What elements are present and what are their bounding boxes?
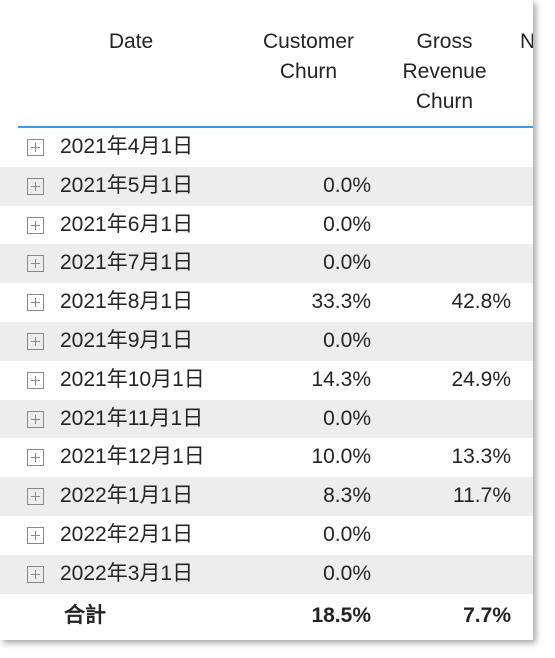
cell-gross-revenue-churn (378, 244, 511, 283)
plus-box-icon[interactable] (27, 565, 44, 583)
cell-gross-revenue-churn (378, 322, 511, 361)
table-row[interactable]: 2022年1月1日 8.3% 11.7% (0, 477, 533, 516)
cell-customer-churn (246, 128, 371, 167)
table-row[interactable]: 2022年2月1日 0.0% (0, 515, 533, 555)
cell-gross-revenue-churn (378, 516, 511, 555)
plus-box-icon[interactable] (27, 526, 44, 544)
plus-box-icon[interactable] (27, 139, 44, 156)
cell-customer-churn: 10.0% (311, 445, 371, 469)
column-header-gross-revenue-churn[interactable]: Gross Revenue Churn (378, 27, 511, 117)
cell-gross-revenue-churn (378, 555, 511, 594)
table-row[interactable]: 2021年11月1日 0.0% (0, 399, 533, 439)
cell-date: 2021年5月1日 (60, 173, 194, 197)
table-row[interactable]: 2021年8月1日 33.3% 42.8% (0, 283, 533, 322)
table-row[interactable]: 2021年9月1日 0.0% (0, 321, 533, 361)
cell-customer-churn: 14.3% (311, 367, 371, 391)
cell-customer-churn: 0.0% (323, 522, 371, 546)
cell-date: 2021年10月1日 (60, 367, 205, 391)
table-header: Date Customer Churn Gross Revenue Churn … (0, 0, 533, 127)
total-label: 合計 (64, 603, 106, 627)
cell-date: 2022年1月1日 (60, 484, 194, 508)
cell-customer-churn: 0.0% (323, 406, 371, 430)
table-row[interactable]: 2021年5月1日 0.0% (0, 166, 533, 206)
plus-box-icon[interactable] (27, 488, 44, 506)
plus-box-icon[interactable] (27, 371, 44, 389)
cell-date: 2021年11月1日 (60, 406, 204, 430)
plus-box-icon[interactable] (27, 255, 44, 273)
cell-date: 2021年8月1日 (60, 290, 194, 314)
plus-box-icon[interactable] (27, 449, 44, 467)
cell-date: 2021年4月1日 (60, 135, 194, 158)
table-row[interactable]: 2022年3月1日 0.0% (0, 554, 533, 594)
cell-gross-revenue-churn (378, 400, 511, 439)
table-row[interactable]: 2021年12月1日 10.0% 13.3% (0, 438, 533, 478)
cell-customer-churn: 0.0% (323, 212, 371, 236)
cell-gross-revenue-churn: 24.9% (451, 367, 511, 391)
plus-box-icon[interactable] (27, 410, 44, 428)
cell-customer-churn: 33.3% (311, 290, 371, 314)
cell-date: 2022年3月1日 (60, 561, 194, 585)
cell-gross-revenue-churn: 11.7% (453, 484, 511, 508)
cell-date: 2022年2月1日 (60, 522, 194, 546)
matrix-visual: Date Customer Churn Gross Revenue Churn … (0, 0, 533, 640)
total-row: 合計 18.5% 7.7% (0, 593, 533, 638)
cell-gross-revenue-churn: 13.3% (451, 445, 511, 469)
plus-box-icon[interactable] (27, 294, 44, 312)
table-row[interactable]: 2021年10月1日 14.3% 24.9% (0, 360, 533, 400)
cell-date: 2021年9月1日 (60, 328, 194, 352)
table-row[interactable]: 2021年6月1日 0.0% (0, 205, 533, 245)
cell-customer-churn: 0.0% (323, 251, 371, 275)
table-row[interactable]: 2021年4月1日 (0, 128, 533, 167)
cell-customer-churn: 0.0% (323, 561, 371, 585)
column-header-date[interactable]: Date (60, 27, 202, 57)
cell-date: 2021年6月1日 (60, 212, 194, 236)
plus-box-icon[interactable] (27, 332, 44, 350)
cell-customer-churn: 8.3% (323, 484, 371, 508)
cell-date: 2021年7月1日 (60, 251, 194, 275)
cell-date: 2021年12月1日 (60, 445, 205, 469)
cell-gross-revenue-churn: 42.8% (451, 290, 511, 314)
cell-customer-churn: 0.0% (323, 328, 371, 352)
cell-customer-churn: 0.0% (323, 173, 371, 197)
column-header-customer-churn[interactable]: Customer Churn (246, 27, 371, 87)
cell-gross-revenue-churn (378, 167, 511, 206)
table-body: 2021年4月1日 2021年5月1日 0.0% 2021年6月1日 0.0% 2021年… (0, 128, 533, 638)
plus-box-icon[interactable] (27, 177, 44, 195)
total-customer-churn: 18.5% (311, 603, 371, 627)
column-header-net-revenue-churn-clipped[interactable]: N (520, 27, 533, 57)
plus-box-icon[interactable] (27, 216, 44, 234)
total-gross-revenue-churn: 7.7% (463, 603, 511, 627)
cell-gross-revenue-churn (378, 128, 511, 167)
table-row[interactable]: 2021年7月1日 0.0% (0, 244, 533, 284)
cell-gross-revenue-churn (378, 206, 511, 245)
